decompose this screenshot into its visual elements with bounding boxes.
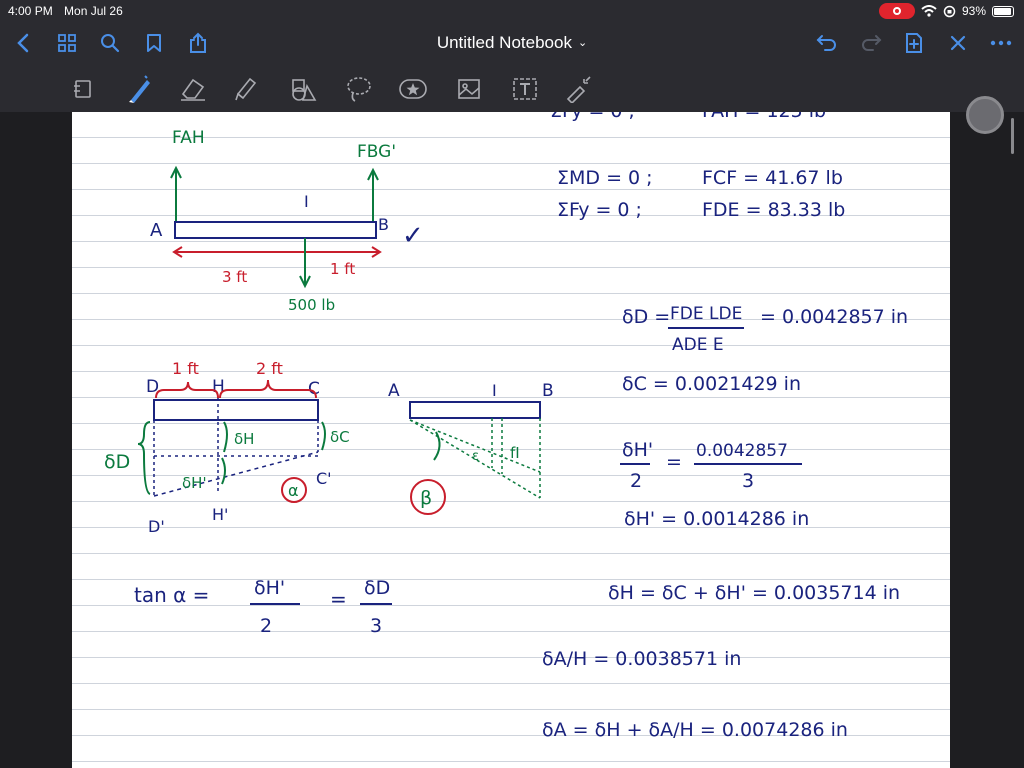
status-bar: 4:00 PM Mon Jul 26 93%: [0, 0, 1024, 22]
delta-d-lhs: δD =: [622, 306, 670, 328]
delta-h-prime-denominator: 3: [742, 470, 754, 492]
scroll-area: [950, 112, 1024, 768]
laser-pointer-icon[interactable]: [563, 74, 593, 104]
navigation-bar: Untitled Notebook ⌄: [0, 22, 1024, 64]
undo-icon[interactable]: [814, 30, 840, 56]
image-tool-icon[interactable]: [454, 74, 484, 104]
equation-sum-fy-top: ΣFy = 0 ;: [550, 112, 635, 122]
battery-icon: [992, 5, 1014, 17]
point-label-c-prime: C': [316, 469, 332, 488]
delta-h-prime-numerator: 0.0042857: [696, 441, 788, 461]
sticker-tool-icon[interactable]: [398, 74, 428, 104]
free-body-diagram-beam-1: FAH FBG' A B I ✓ 3 ft 1 ft 500 lb: [150, 128, 424, 314]
beam-2: [153, 399, 319, 421]
text-tool-icon[interactable]: [510, 74, 540, 104]
reaction-arrow-a: [170, 165, 182, 222]
fi-label: fI: [510, 444, 520, 462]
point-label-a-b3: A: [388, 381, 400, 401]
beam-1: [174, 221, 377, 239]
tan-numerator: δH': [254, 577, 285, 599]
point-label-a: A: [150, 220, 163, 241]
brace-2ft: [219, 379, 317, 399]
delta-d-label: δD: [104, 451, 130, 473]
wifi-icon: [921, 5, 937, 17]
tan-alpha-equation: tan α = δH' 2 = δD 3: [134, 577, 392, 637]
dimension-2ft-b2: 2 ft: [256, 359, 283, 378]
deflection-diagram-beam-3: A I B ε fI β: [388, 381, 554, 515]
status-time: 4:00 PM: [8, 4, 53, 18]
delta-h-prime-label: δH': [182, 474, 207, 492]
add-page-icon[interactable]: [901, 30, 927, 56]
delta-h-prime-two: 2: [630, 470, 642, 492]
close-icon[interactable]: [945, 30, 971, 56]
dimension-1ft-b2: 1 ft: [172, 359, 199, 378]
delta-a-h-value: δA/H = 0.0038571 in: [542, 648, 741, 670]
screen-recording-indicator[interactable]: [878, 3, 915, 19]
beta-label: β: [420, 487, 432, 509]
highlighter-tool-icon[interactable]: [230, 74, 260, 104]
dimension-line-beam-1: [172, 246, 382, 258]
brace-delta-c: [321, 421, 326, 451]
load-arrow: [299, 238, 311, 289]
force-label-fah: FAH: [172, 128, 205, 148]
point-label-h-prime: H': [212, 505, 228, 524]
battery-percent: 93%: [961, 4, 986, 18]
point-label-d-prime: D': [148, 517, 165, 536]
redo-icon[interactable]: [858, 30, 884, 56]
zoom-scroll-handle[interactable]: [966, 96, 1004, 134]
equals-sign: =: [666, 451, 682, 473]
delta-h-prime-value: δH' = 0.0014286 in: [624, 508, 809, 530]
brace-delta-h: [223, 421, 228, 453]
member-label-i-b3: I: [492, 381, 497, 400]
result-fde: FDE = 83.33 lb: [702, 199, 845, 221]
drawing-toolbar: [0, 64, 1024, 170]
point-label-c: C: [308, 379, 320, 399]
result-fcf: FCF = 41.67 lb: [702, 167, 843, 189]
member-label-i: I: [304, 192, 309, 211]
tan-denominator: 2: [260, 615, 272, 637]
delta-d-numerator: FDE LDE: [670, 304, 742, 324]
delta-d-denominator: ADE E: [672, 335, 724, 355]
equations-column: ΣFy = 0 ; FAH = 125 lb ΣMD = 0 ; FCF = 4…: [542, 112, 908, 741]
pen-tool-icon[interactable]: [124, 74, 154, 104]
load-label: 500 lb: [288, 296, 335, 314]
delta-d-value: = 0.0042857 in: [760, 306, 908, 328]
brace-1ft: [155, 381, 219, 399]
lasso-tool-icon[interactable]: [344, 74, 374, 104]
reaction-arrow-b: [367, 167, 379, 222]
delta-h-label: δH: [234, 430, 254, 448]
tan-alpha-lhs: tan α =: [134, 583, 209, 607]
delta-c-label: δC: [330, 428, 350, 446]
tan-numerator-2: δD: [364, 577, 390, 599]
equation-sum-md: ΣMD = 0 ;: [557, 167, 653, 189]
deflection-diagram-beam-2: D H C 1 ft 2 ft δD δH δC δH' α D' H' C': [104, 359, 350, 536]
read-mode-icon[interactable]: [68, 74, 98, 104]
more-icon[interactable]: [988, 30, 1014, 56]
point-label-b-b3: B: [542, 381, 554, 401]
brace-delta-d: [137, 421, 151, 495]
vertical-scrollbar[interactable]: [1011, 118, 1014, 154]
alpha-label: α: [288, 481, 299, 500]
chevron-down-icon: ⌄: [577, 37, 588, 49]
notebook-page[interactable]: FAH FBG' A B I ✓ 3 ft 1 ft 500 lb ΣFy = …: [72, 112, 950, 768]
force-label-fbg: FBG': [357, 142, 396, 162]
eraser-tool-icon[interactable]: [178, 74, 208, 104]
delta-c-value: δC = 0.0021429 in: [622, 373, 801, 395]
shapes-tool-icon[interactable]: [288, 74, 318, 104]
delta-a-value: δA = δH + δA/H = 0.0074286 in: [542, 719, 848, 741]
dimension-1ft: 1 ft: [330, 260, 355, 278]
delta-h-prime-lhs: δH': [622, 439, 653, 461]
equation-sum-fy: ΣFy = 0 ;: [557, 199, 642, 221]
result-fah: FAH = 125 lb: [702, 112, 826, 122]
orientation-lock-icon: [943, 5, 956, 17]
epsilon-label: ε: [472, 449, 479, 464]
tan-equals: =: [330, 587, 347, 611]
point-label-b: B: [378, 215, 389, 234]
check-mark: ✓: [402, 221, 424, 251]
beam-3: [409, 401, 541, 419]
tan-denominator-2: 3: [370, 615, 382, 637]
status-date: Mon Jul 26: [64, 4, 123, 18]
dimension-3ft: 3 ft: [222, 268, 247, 286]
delta-h-value: δH = δC + δH' = 0.0035714 in: [608, 582, 900, 604]
